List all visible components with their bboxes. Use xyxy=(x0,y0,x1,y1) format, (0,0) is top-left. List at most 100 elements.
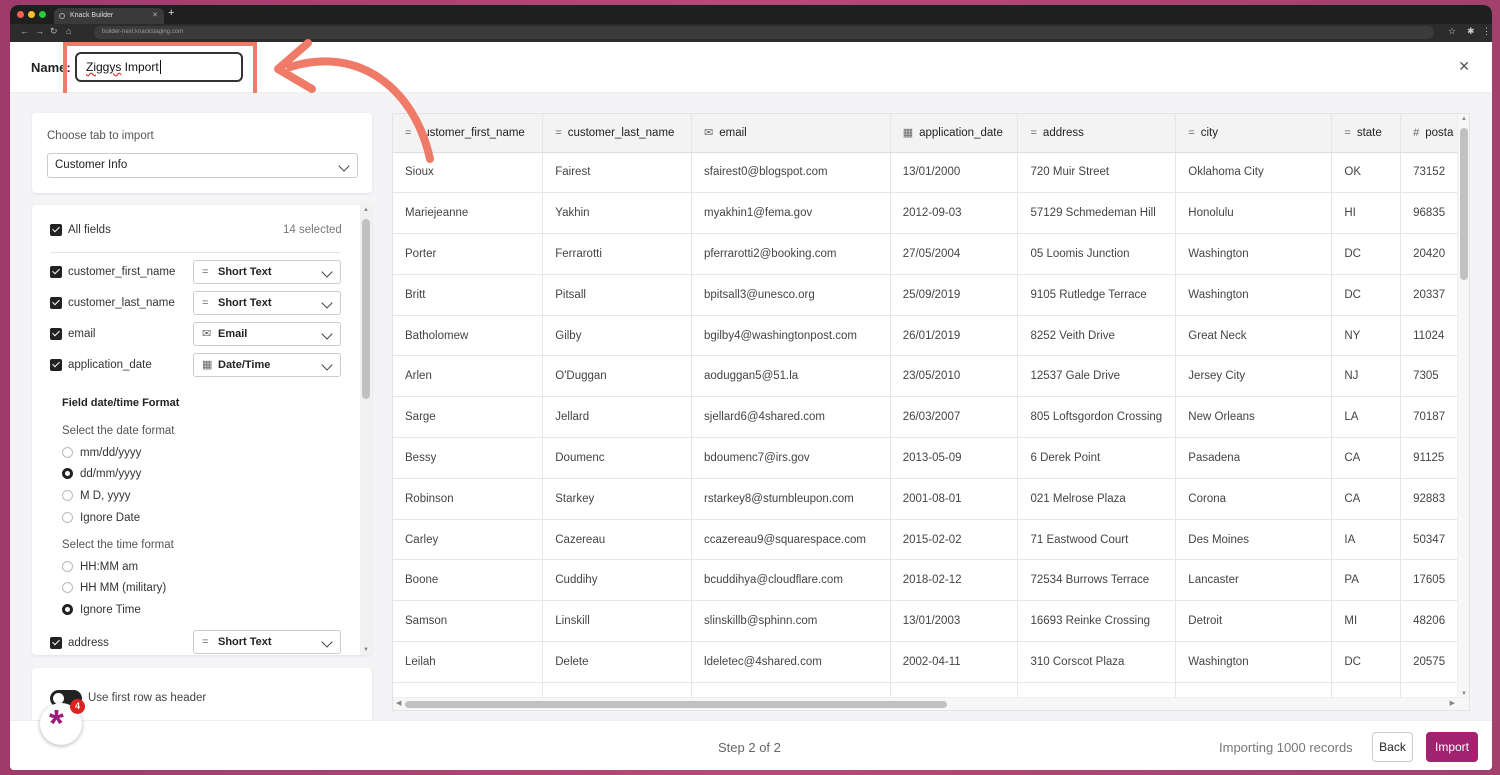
table-row: Britt Pitsall bpitsall3@unesco.org 25/09/20… xyxy=(393,274,1469,316)
column-header-label: posta xyxy=(1425,126,1454,139)
column-header[interactable]: = state xyxy=(1331,114,1402,153)
table-cell: 25/09/2019 xyxy=(890,274,1019,316)
column-header[interactable]: = city xyxy=(1175,114,1333,153)
date-radio-mmddyyyy[interactable] xyxy=(62,447,73,458)
table-cell: bgilby4@washingtonpost.com xyxy=(691,315,891,357)
tab-picker-label: Choose tab to import xyxy=(47,130,154,142)
back-arrow-icon[interactable]: ← xyxy=(20,26,29,36)
date-radio-md-yyyy[interactable] xyxy=(62,490,73,501)
datetime-format-title: Field date/time Format xyxy=(62,397,180,409)
column-header[interactable]: = customer_first_name xyxy=(393,114,544,153)
scroll-thumb[interactable] xyxy=(362,219,370,399)
scroll-down-icon[interactable]: ▼ xyxy=(363,647,369,653)
table-cell: Fairest xyxy=(542,152,693,194)
reload-icon[interactable]: ↻ xyxy=(50,26,58,37)
bookmark-star-icon[interactable]: ☆ xyxy=(1448,26,1456,37)
all-fields-checkbox[interactable] xyxy=(50,224,62,236)
import-header: Name: Ziggys Import ✕ xyxy=(10,42,1492,97)
date-radio-ddmmyyyy[interactable] xyxy=(62,468,73,479)
table-cell: Washington xyxy=(1175,274,1333,316)
divider xyxy=(50,252,340,253)
menu-dots-icon[interactable]: ⋮ xyxy=(1482,26,1491,37)
import-button[interactable]: Import xyxy=(1426,732,1478,762)
table-horizontal-scrollbar[interactable]: ◀ ▶ xyxy=(393,697,1469,710)
table-row: Porter Ferrarotti pferrarotti2@booking.com… xyxy=(393,233,1469,275)
table-vertical-scrollbar[interactable]: ▲ ▼ xyxy=(1457,114,1469,699)
field-checkbox[interactable] xyxy=(50,637,62,649)
close-icon[interactable]: ✕ xyxy=(1458,58,1470,75)
column-type-icon: ✉ xyxy=(704,127,714,140)
extensions-icon[interactable]: ✱ xyxy=(1467,26,1475,37)
table-cell: Ferrarotti xyxy=(542,233,693,275)
field-checkbox[interactable] xyxy=(50,297,62,309)
time-radio-military[interactable] xyxy=(62,582,73,593)
table-cell: Bessy xyxy=(393,437,544,479)
new-tab-icon[interactable]: + xyxy=(168,7,174,19)
table-cell: DC xyxy=(1331,274,1402,316)
time-option-label: HH:MM am xyxy=(80,561,139,573)
date-option-label: dd/mm/yyyy xyxy=(80,468,142,480)
home-icon[interactable]: ⌂ xyxy=(66,26,71,36)
preview-table: = customer_first_name = customer_last_name ✉… xyxy=(393,114,1469,710)
table-cell: 720 Muir Street xyxy=(1017,152,1177,194)
field-checkbox[interactable] xyxy=(50,266,62,278)
field-type-select[interactable]: = Short Text xyxy=(193,260,341,284)
field-type-select[interactable]: = Short Text xyxy=(193,630,341,654)
browser-tab[interactable]: Knack Builder ✕ xyxy=(54,8,164,24)
scroll-up-icon[interactable]: ▲ xyxy=(363,207,369,213)
table-cell: NJ xyxy=(1331,355,1402,398)
table-cell: 12537 Gale Drive xyxy=(1017,355,1177,398)
help-widget[interactable]: * 4 xyxy=(40,699,85,745)
back-button[interactable]: Back xyxy=(1372,732,1413,762)
table-cell: 26/01/2019 xyxy=(890,315,1019,357)
table-cell: Leilah xyxy=(393,641,544,683)
table-cell: bpitsall3@unesco.org xyxy=(691,274,891,316)
scroll-left-icon[interactable]: ◀ xyxy=(396,699,401,707)
table-cell: Britt xyxy=(393,274,544,316)
table-cell: ldeletec@4shared.com xyxy=(691,641,891,683)
field-checkbox[interactable] xyxy=(50,359,62,371)
fields-scrollbar[interactable]: ▲ ▼ xyxy=(360,205,372,655)
tab-picker-card: Choose tab to import Customer Info xyxy=(32,113,372,193)
scroll-right-icon[interactable]: ▶ xyxy=(1450,699,1455,707)
scroll-thumb[interactable] xyxy=(1460,128,1468,280)
column-header[interactable]: = customer_last_name xyxy=(542,114,693,153)
table-cell: 8252 Veith Drive xyxy=(1017,315,1177,357)
table-cell: Pasadena xyxy=(1175,437,1333,479)
table-cell: bcuddihya@cloudflare.com xyxy=(691,559,891,602)
url-field[interactable]: builder-next.knackstaging.com xyxy=(94,26,1434,39)
table-cell: Gilby xyxy=(542,315,693,357)
time-radio-ignore[interactable] xyxy=(62,604,73,615)
field-type-select[interactable]: ✉ Email xyxy=(193,322,341,346)
table-row: Robinson Starkey rstarkey8@stumbleupon.com… xyxy=(393,478,1469,520)
table-cell: sjellard6@4shared.com xyxy=(691,396,891,439)
close-tab-icon[interactable]: ✕ xyxy=(152,8,158,24)
minimize-window-dot[interactable] xyxy=(28,11,35,18)
scroll-up-icon[interactable]: ▲ xyxy=(1461,116,1467,122)
table-cell: Arlen xyxy=(393,355,544,398)
column-header[interactable]: ✉ email xyxy=(691,114,891,153)
table-cell: MI xyxy=(1331,600,1402,643)
chevron-down-icon xyxy=(321,636,333,648)
table-cell: Des Moines xyxy=(1175,519,1333,561)
forward-arrow-icon[interactable]: → xyxy=(35,26,44,36)
time-radio-ampm[interactable] xyxy=(62,561,73,572)
date-radio-ignore[interactable] xyxy=(62,512,73,523)
column-header[interactable]: ▦ application_date xyxy=(890,114,1019,153)
field-type-select[interactable]: ▦ Date/Time xyxy=(193,353,341,377)
maximize-window-dot[interactable] xyxy=(39,11,46,18)
time-format-label: Select the time format xyxy=(62,539,174,551)
scroll-thumb[interactable] xyxy=(405,701,947,708)
field-type-select[interactable]: = Short Text xyxy=(193,291,341,315)
table-cell: 23/05/2010 xyxy=(890,355,1019,398)
date-option-label: mm/dd/yyyy xyxy=(80,447,142,459)
column-header[interactable]: = address xyxy=(1017,114,1177,153)
tab-select[interactable]: Customer Info xyxy=(47,153,358,178)
table-cell: 27/05/2004 xyxy=(890,233,1019,275)
close-window-dot[interactable] xyxy=(17,11,24,18)
table-cell: 310 Corscot Plaza xyxy=(1017,641,1177,683)
table-cell: DC xyxy=(1331,641,1402,683)
import-body: Choose tab to import Customer Info All f… xyxy=(10,93,1492,745)
field-checkbox[interactable] xyxy=(50,328,62,340)
table-cell: Corona xyxy=(1175,478,1333,520)
